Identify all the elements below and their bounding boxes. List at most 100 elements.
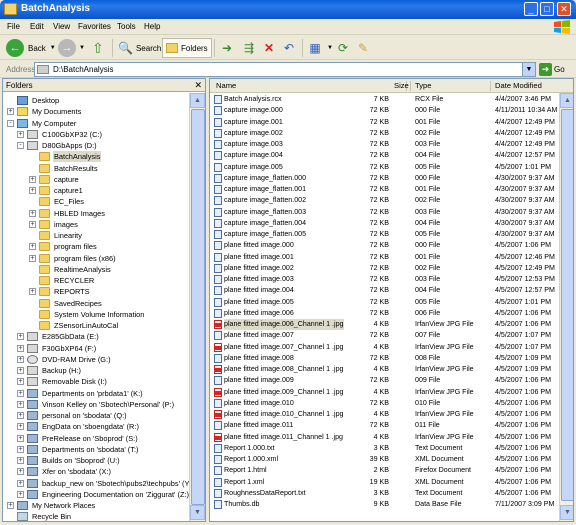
expand-icon[interactable]: + xyxy=(17,367,24,374)
expand-icon[interactable]: + xyxy=(17,333,24,341)
file-row[interactable]: capture image.003 72 KB 003 File 4/4/2007 1… xyxy=(210,139,559,150)
column-size[interactable]: Size xyxy=(394,81,409,90)
expand-icon[interactable]: + xyxy=(29,175,36,183)
file-row[interactable]: Report 1.000.txt 3 KB Text Document 4/5/200… xyxy=(210,443,559,454)
chevron-down-icon[interactable]: ▼ xyxy=(522,63,535,76)
forward-button[interactable]: → ▼ xyxy=(58,38,85,58)
search-button[interactable]: 🔍 Search xyxy=(118,38,161,58)
expand-icon[interactable]: + xyxy=(17,423,24,431)
file-row[interactable]: capture image_flatten.004 72 KB 004 File 4/… xyxy=(210,218,559,229)
expand-icon[interactable]: + xyxy=(17,378,24,386)
file-row[interactable]: capture image.004 72 KB 004 File 4/4/2007 1… xyxy=(210,150,559,161)
file-row[interactable]: plane fitted image.010 72 KB 010 File 4/5/2… xyxy=(210,398,559,409)
menu-help[interactable]: Help xyxy=(144,22,160,31)
file-row[interactable]: plane fitted image.003 72 KB 003 File 4/5/2… xyxy=(210,274,559,285)
column-date-modified[interactable]: Date Modified xyxy=(495,81,542,90)
back-button[interactable]: ← Back ▼ xyxy=(6,38,56,58)
menu-tools[interactable]: Tools xyxy=(117,22,136,31)
file-row[interactable]: plane fitted image.006 72 KB 006 File 4/5/2… xyxy=(210,308,559,319)
folder-options-icon[interactable]: ✎ xyxy=(355,40,371,56)
file-row[interactable]: capture image_flatten.000 72 KB 000 File 4/… xyxy=(210,173,559,184)
file-row[interactable]: Report 1.html 2 KB Firefox Document 4/5/200… xyxy=(210,465,559,476)
file-row[interactable]: plane fitted image.009_Channel 1 .jpg 4 K… xyxy=(210,387,559,398)
go-button[interactable]: ➜ Go xyxy=(539,63,565,76)
scroll-down-icon[interactable]: ▼ xyxy=(190,505,205,520)
scroll-up-icon[interactable]: ▲ xyxy=(560,93,573,108)
minimize-button[interactable]: _ xyxy=(524,2,538,16)
file-row[interactable]: capture image.005 72 KB 005 File 4/5/2007 1… xyxy=(210,162,559,173)
expand-icon[interactable]: + xyxy=(17,434,24,442)
expand-icon[interactable]: + xyxy=(29,288,36,296)
expand-icon[interactable]: + xyxy=(29,243,36,251)
chevron-down-icon[interactable]: ▼ xyxy=(79,45,85,51)
file-row[interactable]: plane fitted image.007_Channel 1 .jpg 4 K… xyxy=(210,342,559,353)
expand-icon[interactable]: + xyxy=(17,490,24,498)
file-row[interactable]: Report 1.xml 19 KB XML Document 4/5/2007 1:… xyxy=(210,477,559,488)
scroll-thumb[interactable] xyxy=(561,109,573,501)
file-row[interactable]: plane fitted image.007 72 KB 007 File 4/5/2… xyxy=(210,330,559,341)
file-list-scrollbar[interactable]: ▲ ▼ xyxy=(559,93,573,521)
views-icon[interactable]: ▦ xyxy=(307,40,323,56)
file-row[interactable]: capture image_flatten.002 72 KB 002 File 4/… xyxy=(210,195,559,206)
expand-icon[interactable]: + xyxy=(7,108,14,116)
move-to-icon[interactable]: ➜ xyxy=(219,40,235,56)
expand-icon[interactable]: + xyxy=(29,254,36,262)
file-row[interactable]: capture image.000 72 KB 000 File 4/11/2011 … xyxy=(210,105,559,116)
file-row[interactable]: plane fitted image.008 72 KB 008 File 4/5/2… xyxy=(210,353,559,364)
file-row[interactable]: plane fitted image.011_Channel 1 .jpg 4 K… xyxy=(210,432,559,443)
file-row[interactable]: plane fitted image.006_Channel 1 .jpg 4 K… xyxy=(210,319,559,330)
scroll-up-icon[interactable]: ▲ xyxy=(190,93,205,108)
expand-icon[interactable]: + xyxy=(17,445,24,453)
file-row[interactable]: plane fitted image.011 72 KB 011 File 4/5/2… xyxy=(210,420,559,431)
file-row[interactable]: capture image_flatten.003 72 KB 003 File 4/… xyxy=(210,207,559,218)
file-row[interactable]: plane fitted image.000 72 KB 000 File 4/5/2… xyxy=(210,240,559,251)
file-row[interactable]: plane fitted image.002 72 KB 002 File 4/5/2… xyxy=(210,263,559,274)
maximize-button[interactable]: □ xyxy=(540,2,554,16)
file-row[interactable]: Report 1.000.xml 39 KB XML Document 4/5/200… xyxy=(210,454,559,465)
expand-icon[interactable]: + xyxy=(17,355,24,363)
expand-icon[interactable]: + xyxy=(29,187,36,194)
file-row[interactable]: capture image_flatten.001 72 KB 001 File 4/… xyxy=(210,184,559,195)
column-type[interactable]: Type xyxy=(415,81,431,90)
sync-icon[interactable]: ⟳ xyxy=(335,40,351,56)
file-row[interactable]: capture image.002 72 KB 002 File 4/4/2007 1… xyxy=(210,128,559,139)
menu-view[interactable]: View xyxy=(53,22,70,31)
collapse-icon[interactable]: - xyxy=(7,119,14,127)
delete-icon[interactable]: ✕ xyxy=(261,40,277,56)
file-row[interactable]: plane fitted image.001 72 KB 001 File 4/5/2… xyxy=(210,252,559,263)
collapse-icon[interactable]: - xyxy=(17,142,24,149)
file-row[interactable]: Batch Analysis.rcx 7 KB RCX File 4/4/2007 3… xyxy=(210,94,559,105)
file-row[interactable]: capture image.001 72 KB 001 File 4/4/2007 1… xyxy=(210,117,559,128)
expand-icon[interactable]: + xyxy=(29,209,36,217)
close-icon[interactable]: ✕ xyxy=(194,79,202,92)
folders-scrollbar[interactable]: ▲ ▼ xyxy=(189,93,205,521)
expand-icon[interactable]: + xyxy=(17,468,24,476)
menu-file[interactable]: File xyxy=(7,22,20,31)
undo-icon[interactable]: ↶ xyxy=(281,40,297,56)
address-input[interactable]: D:\BatchAnalysis ▼ xyxy=(34,62,536,77)
file-row[interactable]: plane fitted image.010_Channel 1 .jpg 4 K… xyxy=(210,409,559,420)
expand-icon[interactable]: + xyxy=(17,457,24,464)
scroll-down-icon[interactable]: ▼ xyxy=(560,505,573,520)
column-name[interactable]: Name xyxy=(216,81,236,90)
expand-icon[interactable]: + xyxy=(29,220,36,228)
file-row[interactable]: Thumbs.db 9 KB Data Base File 7/11/2007 3:0… xyxy=(210,499,559,510)
menu-favorites[interactable]: Favorites xyxy=(78,22,111,31)
chevron-down-icon[interactable]: ▼ xyxy=(50,45,56,51)
expand-icon[interactable]: + xyxy=(7,502,14,509)
expand-icon[interactable]: + xyxy=(17,400,24,408)
file-row[interactable]: plane fitted image.008_Channel 1 .jpg 4 K… xyxy=(210,364,559,375)
expand-icon[interactable]: + xyxy=(17,389,24,397)
expand-icon[interactable]: + xyxy=(17,412,24,419)
up-folder-button[interactable]: ⇧ xyxy=(92,38,104,58)
copy-to-icon[interactable]: ⇶ xyxy=(241,40,257,56)
file-row[interactable]: plane fitted image.005 72 KB 005 File 4/5/2… xyxy=(210,297,559,308)
close-button[interactable]: ✕ xyxy=(557,2,571,16)
file-row[interactable]: plane fitted image.004 72 KB 004 File 4/5/2… xyxy=(210,285,559,296)
file-row[interactable]: RoughnessDataReport.txt 3 KB Text Document… xyxy=(210,488,559,499)
file-row[interactable]: capture image_flatten.005 72 KB 005 File 4/… xyxy=(210,229,559,240)
folders-button[interactable]: Folders xyxy=(162,38,212,58)
expand-icon[interactable]: + xyxy=(17,344,24,352)
expand-icon[interactable]: + xyxy=(17,479,24,487)
scroll-thumb[interactable] xyxy=(191,109,205,505)
